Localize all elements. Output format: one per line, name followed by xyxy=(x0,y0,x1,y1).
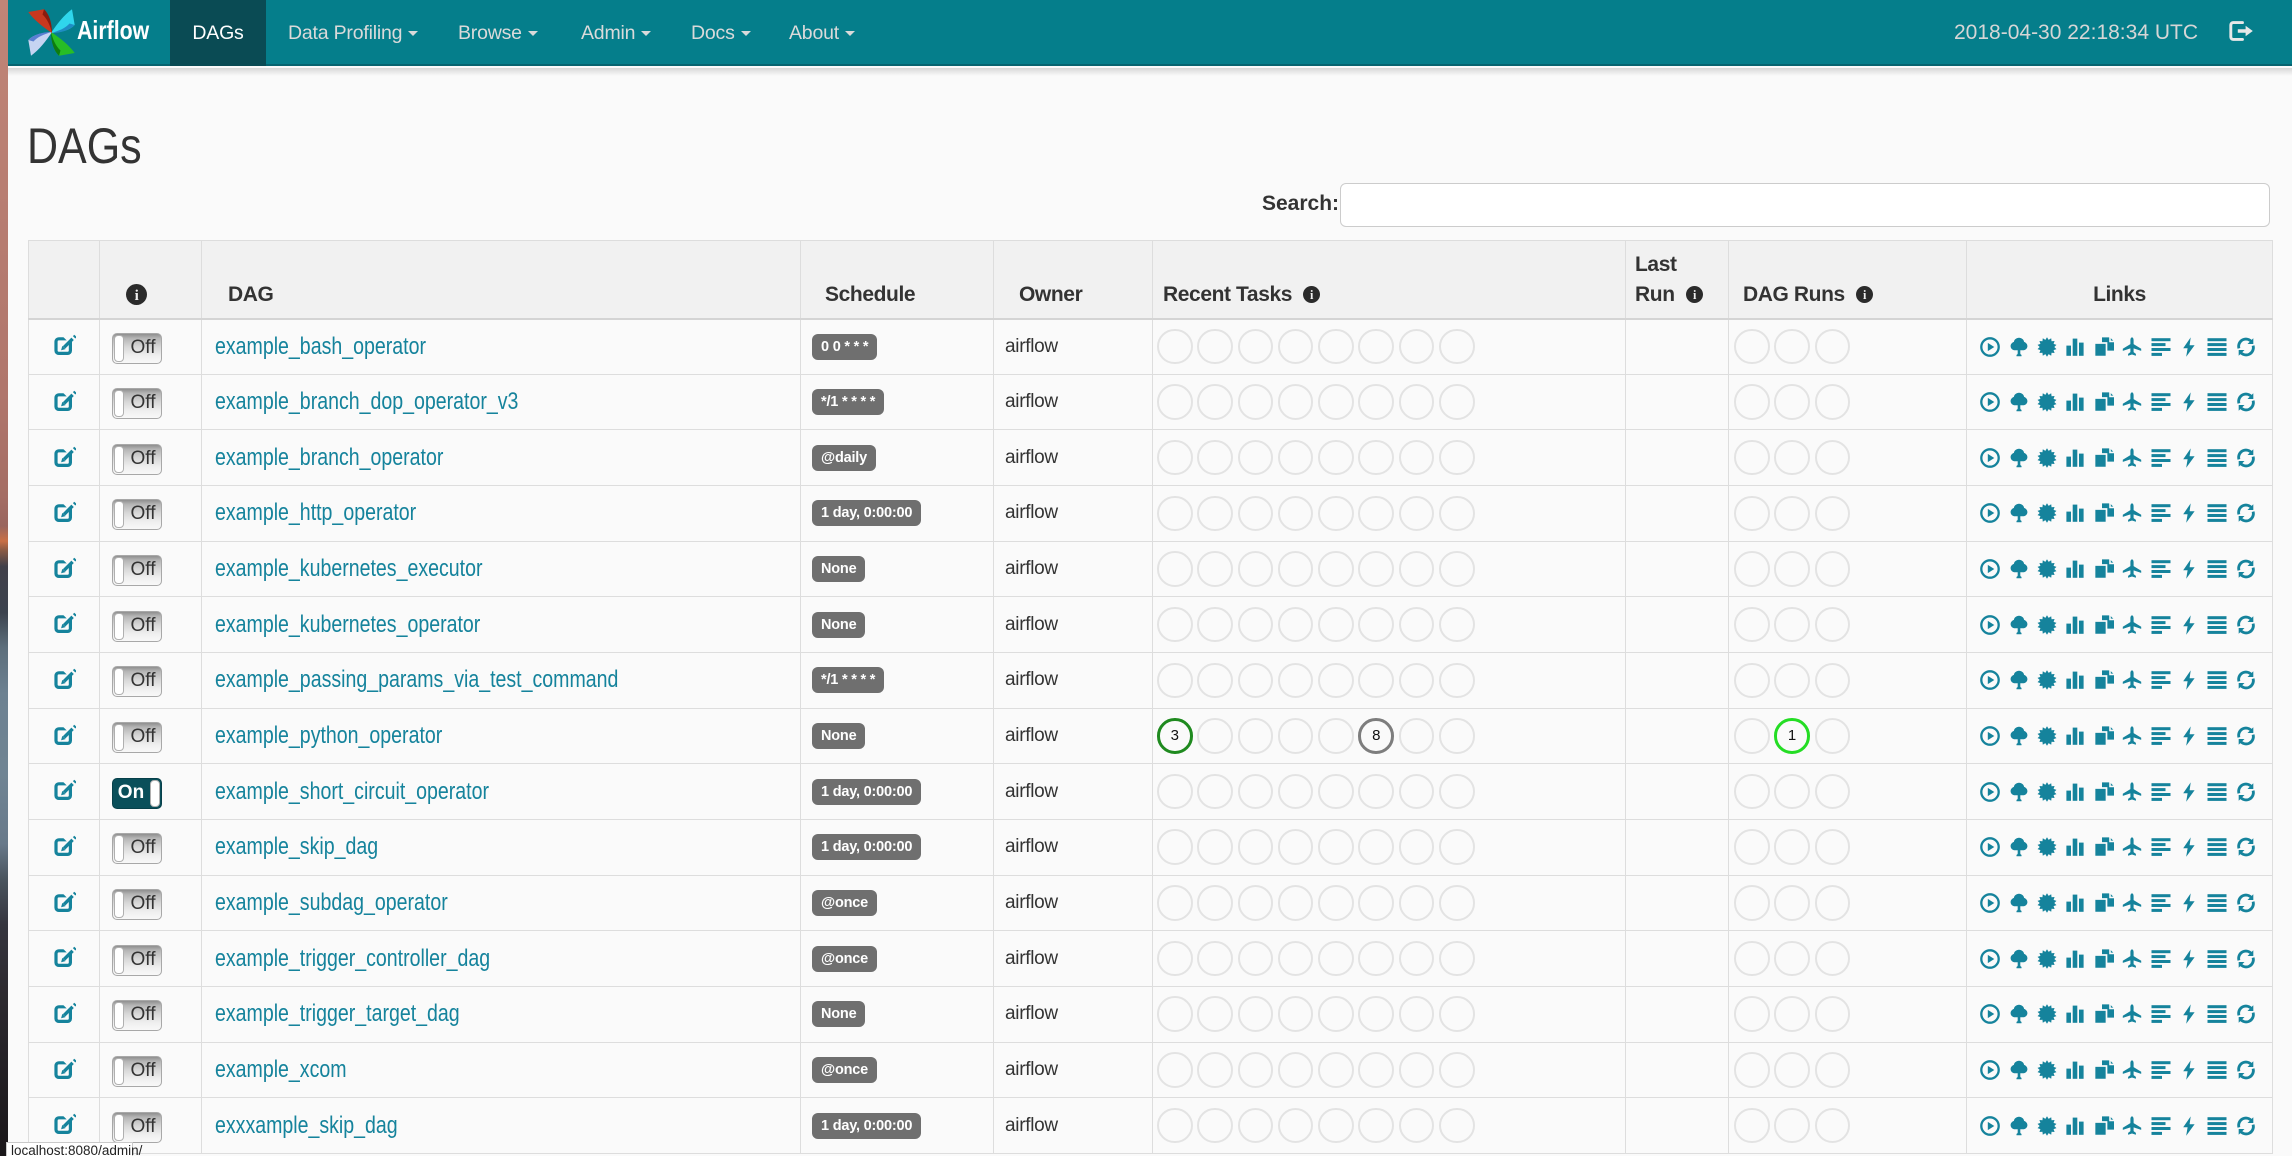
svg-text:i: i xyxy=(135,289,139,305)
